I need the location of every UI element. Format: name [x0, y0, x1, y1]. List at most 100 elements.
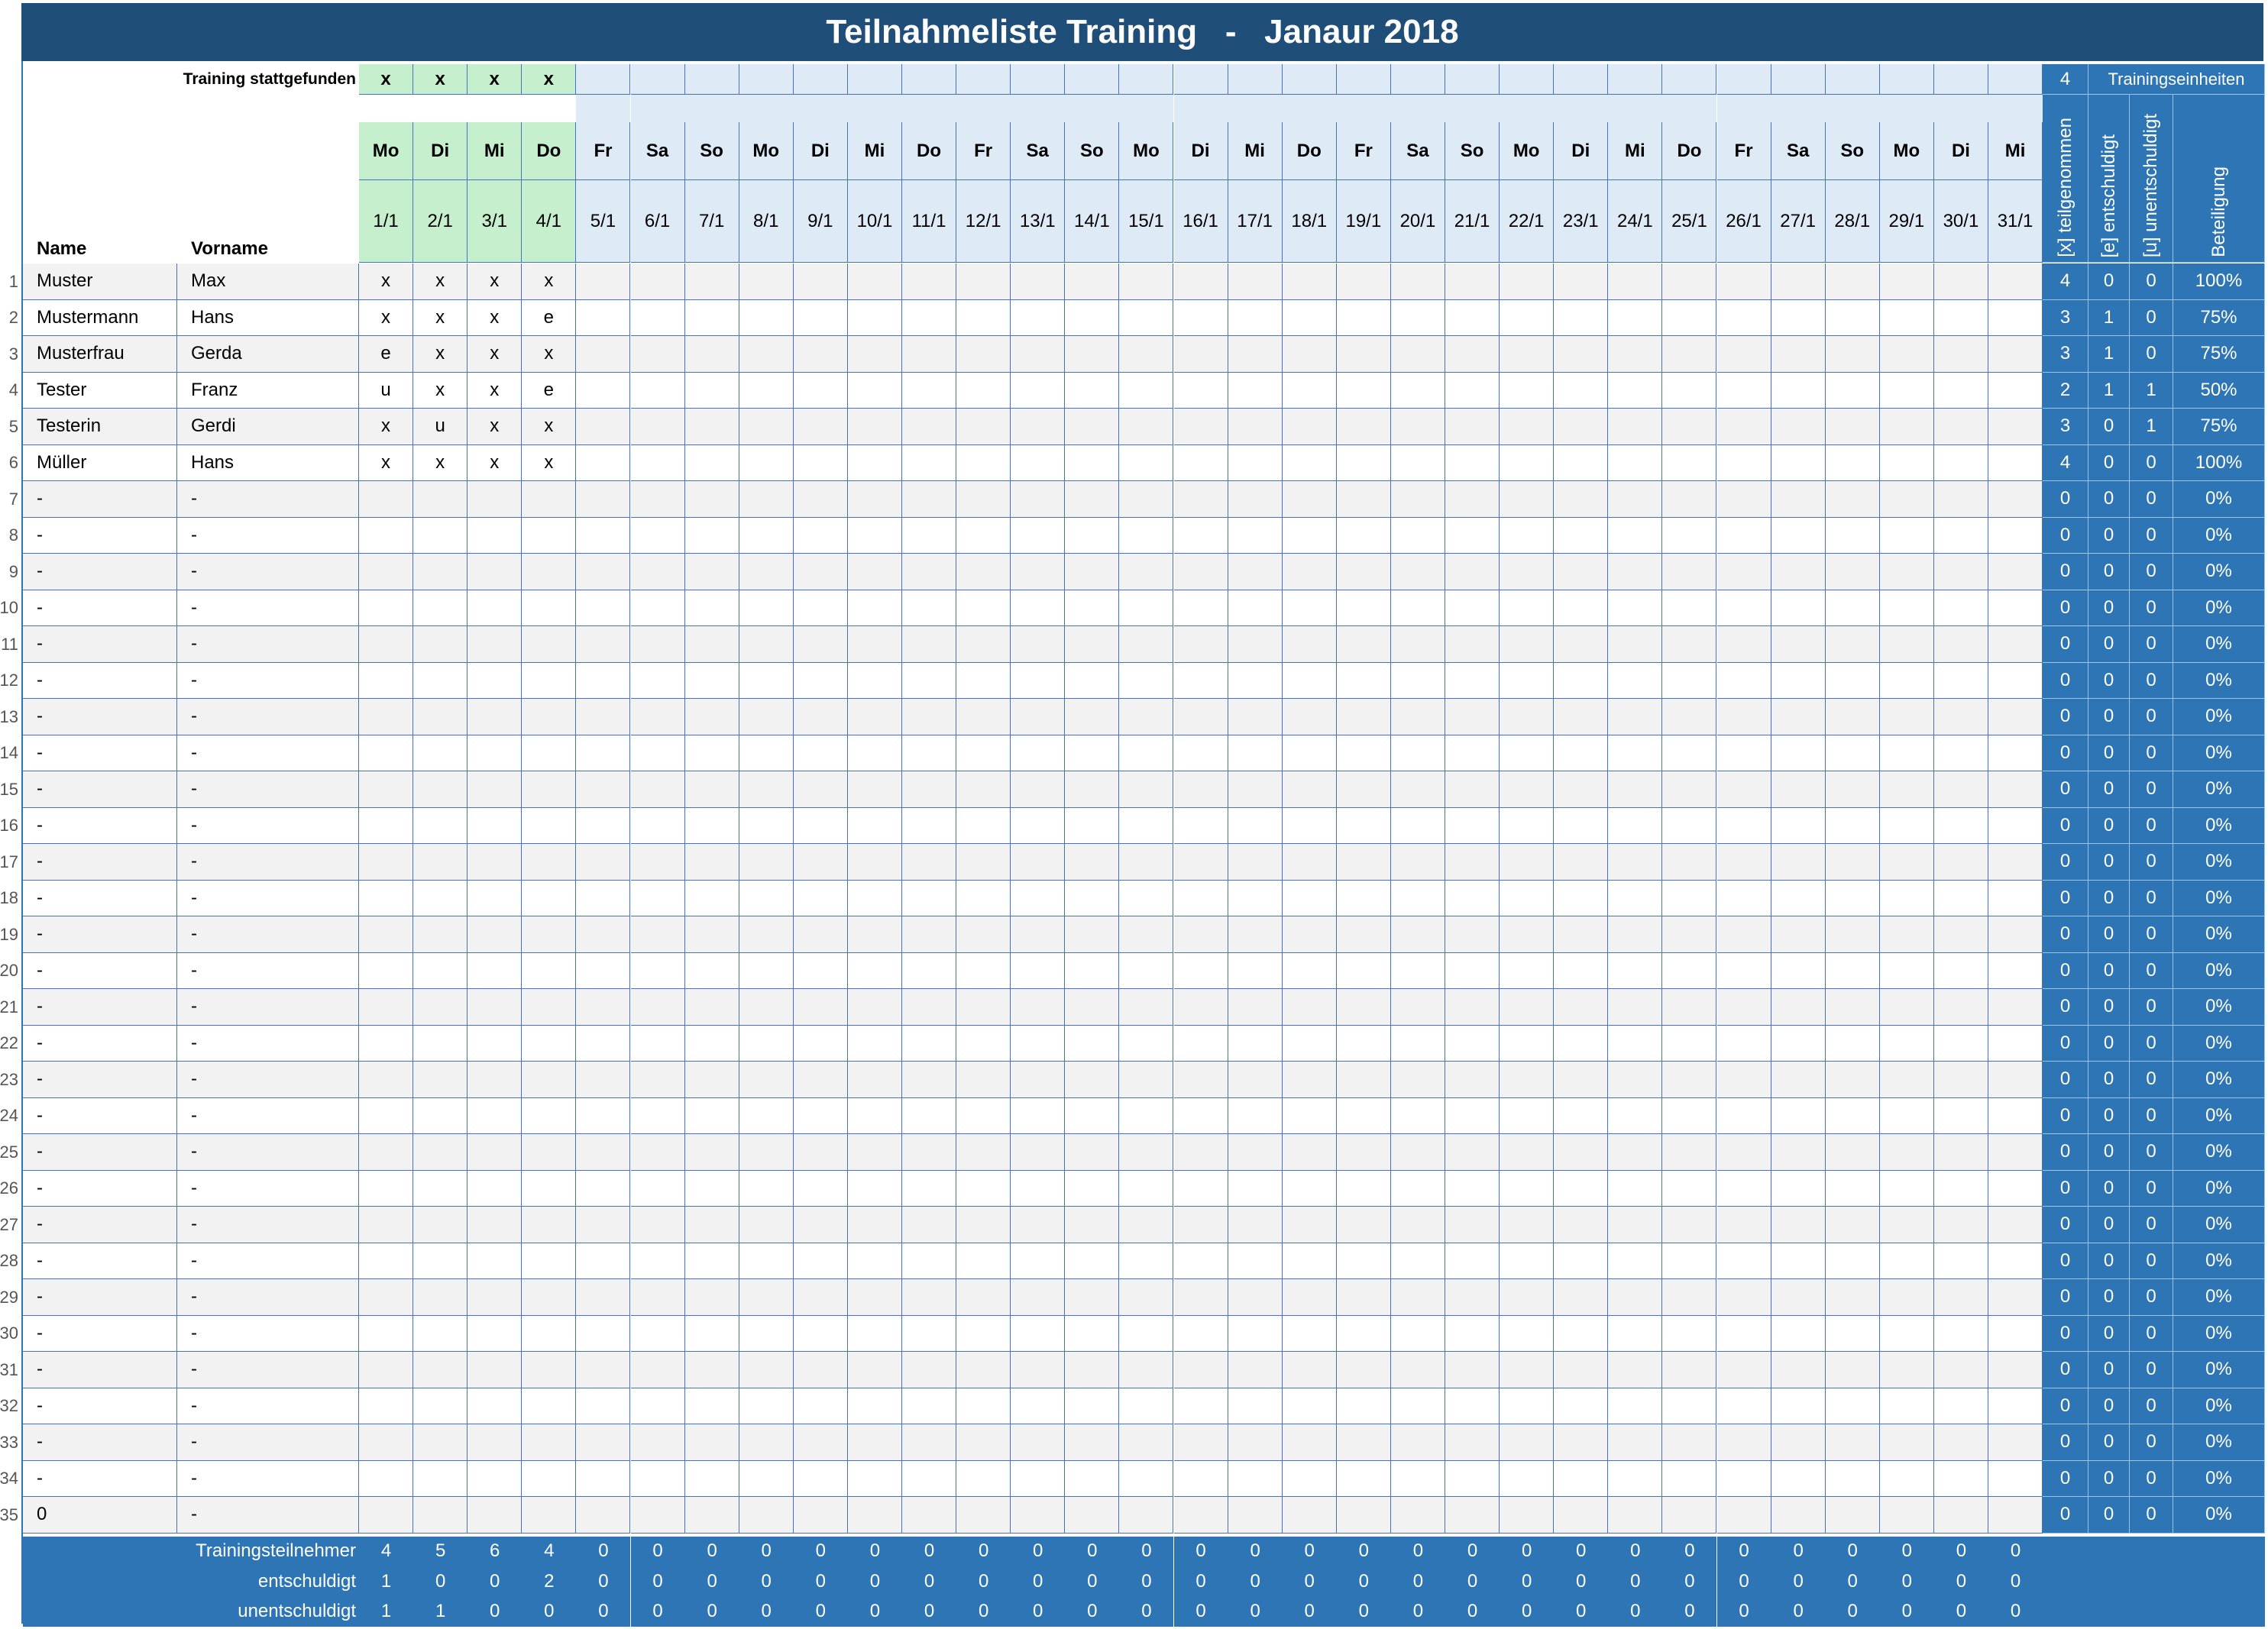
attendance-cell[interactable] — [793, 1097, 848, 1134]
attendance-cell[interactable] — [1336, 409, 1391, 445]
attendance-cell[interactable] — [902, 916, 957, 953]
attendance-cell[interactable] — [1608, 1279, 1663, 1316]
attendance-cell[interactable] — [847, 554, 902, 590]
attendance-cell[interactable] — [1933, 952, 1988, 989]
attendance-cell[interactable] — [1988, 336, 2043, 373]
attendance-cell[interactable] — [1011, 481, 1066, 518]
attendance-cell[interactable] — [739, 263, 794, 300]
attendance-cell[interactable] — [739, 299, 794, 336]
attendance-cell[interactable] — [1119, 1025, 1174, 1062]
attendance-cell[interactable] — [522, 735, 577, 771]
firstname-cell[interactable]: - — [177, 844, 359, 881]
attendance-cell[interactable] — [1988, 1352, 2043, 1388]
attendance-cell[interactable] — [1879, 1207, 1934, 1243]
attendance-cell[interactable] — [1500, 989, 1555, 1026]
attendance-cell[interactable] — [1988, 952, 2043, 989]
attendance-cell[interactable] — [1716, 844, 1771, 881]
attendance-cell[interactable] — [1065, 554, 1120, 590]
attendance-cell[interactable] — [1988, 880, 2043, 916]
firstname-cell[interactable]: - — [177, 1134, 359, 1171]
attendance-cell[interactable] — [1228, 699, 1283, 735]
attendance-cell[interactable] — [956, 1097, 1011, 1134]
attendance-cell[interactable] — [1716, 1170, 1771, 1207]
attendance-cell[interactable] — [793, 699, 848, 735]
attendance-cell[interactable] — [956, 1497, 1011, 1534]
attendance-cell[interactable] — [1662, 952, 1717, 989]
attendance-cell[interactable] — [1336, 1097, 1391, 1134]
attendance-cell[interactable] — [1608, 1315, 1663, 1352]
attendance-cell[interactable] — [1011, 1388, 1066, 1424]
attendance-cell[interactable] — [1825, 699, 1880, 735]
attendance-cell[interactable] — [1282, 880, 1337, 916]
attendance-cell[interactable] — [576, 299, 631, 336]
attendance-cell[interactable] — [1119, 554, 1174, 590]
attendance-cell[interactable] — [413, 771, 468, 808]
attendance-cell[interactable] — [1988, 1170, 2043, 1207]
attendance-cell[interactable] — [1716, 517, 1771, 554]
attendance-cell[interactable] — [359, 1388, 414, 1424]
firstname-cell[interactable]: - — [177, 1062, 359, 1098]
attendance-cell[interactable] — [956, 263, 1011, 300]
attendance-cell[interactable] — [1228, 1170, 1283, 1207]
attendance-cell[interactable] — [1716, 263, 1771, 300]
attendance-cell[interactable] — [1011, 735, 1066, 771]
attendance-cell[interactable] — [902, 1134, 957, 1171]
attendance-cell[interactable] — [1662, 444, 1717, 481]
name-cell[interactable]: - — [23, 554, 177, 590]
attendance-cell[interactable] — [1825, 1243, 1880, 1279]
name-cell[interactable]: - — [23, 807, 177, 844]
attendance-cell[interactable] — [1662, 1097, 1717, 1134]
attendance-cell[interactable] — [1608, 409, 1663, 445]
attendance-cell[interactable] — [847, 1243, 902, 1279]
attendance-cell[interactable] — [1282, 1497, 1337, 1534]
attendance-cell[interactable] — [684, 372, 739, 409]
attendance-cell[interactable] — [413, 1170, 468, 1207]
attendance-cell[interactable] — [684, 1497, 739, 1534]
attendance-cell[interactable] — [1173, 626, 1228, 663]
attendance-cell[interactable] — [1119, 409, 1174, 445]
attendance-cell[interactable] — [1988, 1025, 2043, 1062]
attendance-cell[interactable] — [684, 1097, 739, 1134]
attendance-cell[interactable] — [468, 1460, 523, 1497]
attendance-cell[interactable] — [902, 1388, 957, 1424]
attendance-cell[interactable] — [1879, 444, 1934, 481]
attendance-cell[interactable] — [413, 517, 468, 554]
attendance-cell[interactable] — [739, 771, 794, 808]
attendance-cell[interactable] — [1228, 1207, 1283, 1243]
attendance-cell[interactable] — [1879, 952, 1934, 989]
name-cell[interactable]: - — [23, 662, 177, 699]
attendance-cell[interactable] — [1825, 1460, 1880, 1497]
attendance-cell[interactable] — [1011, 1424, 1066, 1461]
attendance-cell[interactable] — [522, 1424, 577, 1461]
attendance-cell[interactable] — [1173, 299, 1228, 336]
firstname-cell[interactable]: - — [177, 1388, 359, 1424]
attendance-cell[interactable] — [902, 989, 957, 1026]
attendance-cell[interactable] — [1336, 1460, 1391, 1497]
firstname-cell[interactable]: - — [177, 1207, 359, 1243]
attendance-cell[interactable]: x — [359, 444, 414, 481]
attendance-cell[interactable] — [1228, 1243, 1283, 1279]
attendance-cell[interactable]: x — [413, 299, 468, 336]
attendance-cell[interactable] — [1933, 1279, 1988, 1316]
attendance-cell[interactable] — [902, 590, 957, 626]
attendance-cell[interactable] — [522, 1315, 577, 1352]
attendance-cell[interactable] — [1282, 626, 1337, 663]
attendance-cell[interactable] — [1771, 263, 1826, 300]
attendance-cell[interactable] — [1988, 1388, 2043, 1424]
attendance-cell[interactable] — [902, 735, 957, 771]
attendance-cell[interactable] — [1119, 1497, 1174, 1534]
attendance-cell[interactable] — [1825, 1025, 1880, 1062]
attendance-cell[interactable] — [847, 952, 902, 989]
attendance-cell[interactable] — [1173, 771, 1228, 808]
attendance-cell[interactable] — [1119, 1097, 1174, 1134]
attendance-cell[interactable] — [1173, 1207, 1228, 1243]
attendance-cell[interactable] — [1336, 299, 1391, 336]
attendance-cell[interactable] — [630, 1243, 685, 1279]
attendance-cell[interactable] — [1282, 735, 1337, 771]
attendance-cell[interactable] — [359, 1315, 414, 1352]
attendance-cell[interactable] — [956, 880, 1011, 916]
attendance-cell[interactable] — [359, 554, 414, 590]
attendance-cell[interactable] — [902, 336, 957, 373]
attendance-cell[interactable] — [576, 1025, 631, 1062]
attendance-cell[interactable] — [1282, 481, 1337, 518]
